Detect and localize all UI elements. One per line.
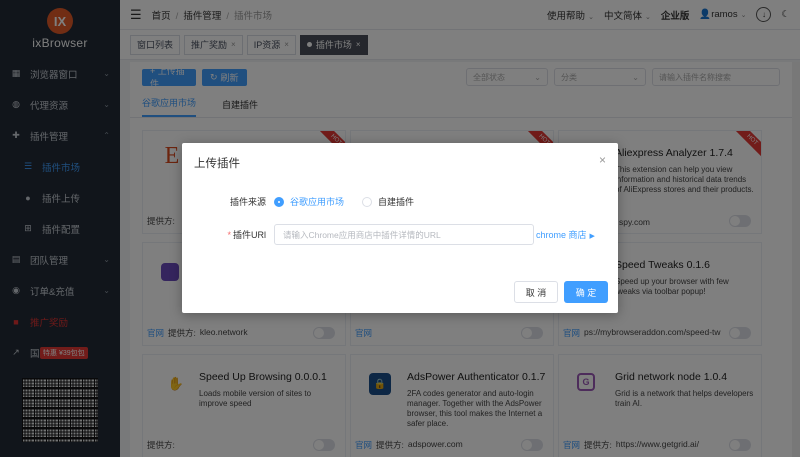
upload-plugin-dialog: 上传插件 × 插件来源 谷歌应用市场 自建插件 * 插件URl 请输入Chrome… [182,143,618,313]
close-icon[interactable]: × [599,153,606,167]
plugin-url-input[interactable]: 请输入Chrome应用商店中插件详情的URL [274,224,534,245]
radio-checked-icon [274,196,284,207]
url-label: * 插件URl [182,228,274,241]
store-link-label: chrome 商店 [536,230,587,240]
url-placeholder: 请输入Chrome应用商店中插件详情的URL [283,229,441,240]
cancel-button[interactable]: 取 消 [514,281,558,303]
source-radio-google[interactable]: 谷歌应用市场 [274,195,344,208]
radio-label: 自建插件 [378,197,415,207]
chrome-store-link[interactable]: chrome 商店 ▶ [536,228,595,241]
url-label-text: 插件URl [233,230,266,240]
source-radio-custom[interactable]: 自建插件 [362,195,414,208]
source-label: 插件来源 [229,197,266,207]
url-row: * 插件URl 请输入Chrome应用商店中插件详情的URL chrome 商店 ▶ [182,224,595,245]
radio-unchecked-icon [362,196,373,207]
radio-label: 谷歌应用市场 [290,197,345,207]
dialog-title: 上传插件 [194,158,240,170]
confirm-button[interactable]: 确 定 [564,281,608,303]
caret-right-icon: ▶ [589,233,595,240]
source-row: 插件来源 谷歌应用市场 自建插件 [182,195,432,208]
required-mark: * [227,230,231,240]
